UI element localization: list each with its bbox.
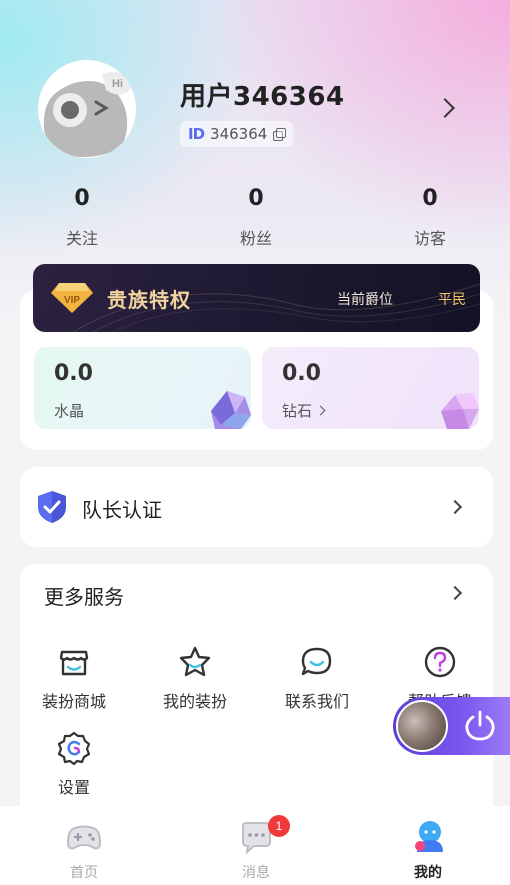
tab-messages-label: 消息 — [242, 865, 270, 881]
tab-profile-label: 我的 — [414, 865, 442, 881]
tab-home[interactable]: 首页 — [34, 818, 134, 882]
diamond-label: 钻石 — [282, 402, 313, 420]
profile-icon — [415, 821, 443, 852]
chat-icon — [301, 647, 332, 676]
stat-visitors-value: 0 — [422, 186, 438, 211]
avatar[interactable]: Hi — [38, 60, 136, 158]
service-contact-us-label: 联系我们 — [284, 692, 349, 711]
settings-icon — [57, 731, 91, 766]
tab-profile[interactable]: 我的 — [378, 818, 478, 882]
vip-diamond-icon: VIP — [51, 283, 93, 313]
shield-check-icon — [38, 491, 66, 523]
crystal-value: 0.0 — [54, 361, 93, 386]
crystal-gem-icon — [211, 391, 251, 429]
store-icon — [59, 650, 89, 676]
vip-rank-label: 当前爵位 — [337, 292, 393, 308]
vip-banner[interactable]: VIP 贵族特权 当前爵位 平民 — [33, 264, 480, 332]
bottom-tab-bar: 首页 1 消息 我的 — [0, 806, 510, 885]
vip-rank-value: 平民 — [438, 292, 466, 308]
service-my-outfits-label: 我的装扮 — [162, 692, 227, 711]
more-services-card: 更多服务 装扮商城 我的装扮 联系我们 帮助反馈 — [20, 564, 493, 824]
stats-row: 0 关注 0 粉丝 0 访客 — [0, 184, 510, 254]
vip-title: 贵族特权 — [107, 288, 191, 312]
svg-text:Hi: Hi — [112, 78, 123, 90]
diamond-gem-icon — [441, 393, 479, 429]
captain-certification-card[interactable]: 队长认证 — [20, 467, 493, 547]
service-settings-label: 设置 — [57, 778, 90, 797]
diamond-chevron-right-icon — [315, 405, 326, 416]
stat-visitors-label: 访客 — [413, 229, 446, 248]
copy-icon[interactable] — [273, 128, 287, 141]
profile-chevron-right-icon[interactable] — [435, 98, 455, 118]
stat-following[interactable]: 0 关注 — [32, 184, 132, 249]
captain-chevron-right-icon — [447, 499, 463, 515]
stat-fans-value: 0 — [248, 186, 264, 211]
vip-wave-decoration — [72, 283, 480, 332]
stat-visitors[interactable]: 0 访客 — [380, 184, 480, 249]
star-icon — [179, 646, 211, 677]
help-icon — [424, 646, 456, 678]
user-id-chip[interactable]: ID 346364 — [180, 121, 294, 147]
username: 用户346364 — [180, 82, 345, 112]
diamond-balance[interactable]: 0.0 钻石 — [262, 347, 479, 429]
service-store[interactable]: 装扮商城 — [19, 644, 129, 712]
id-badge-icon: ID — [188, 125, 205, 143]
power-icon[interactable] — [463, 709, 497, 743]
service-my-outfits[interactable]: 我的装扮 — [140, 644, 250, 712]
stat-following-label: 关注 — [65, 229, 98, 248]
service-contact-us[interactable]: 联系我们 — [262, 644, 372, 712]
floating-room-button[interactable] — [393, 697, 510, 755]
avatar-placeholder-icon: Hi — [38, 60, 136, 158]
services-chevron-right-icon[interactable] — [447, 585, 463, 601]
service-settings[interactable]: 设置 — [19, 730, 129, 798]
stat-following-value: 0 — [74, 186, 90, 211]
svg-text:VIP: VIP — [64, 295, 80, 306]
captain-certification-label: 队长认证 — [82, 498, 162, 522]
gamepad-icon — [66, 825, 102, 850]
room-avatar[interactable] — [396, 700, 448, 752]
tab-messages[interactable]: 1 消息 — [206, 815, 306, 882]
more-services-title: 更多服务 — [44, 585, 124, 609]
stat-fans-label: 粉丝 — [239, 229, 272, 248]
unread-badge: 1 — [268, 815, 290, 837]
diamond-value: 0.0 — [282, 361, 321, 386]
crystal-balance[interactable]: 0.0 水晶 — [34, 347, 251, 429]
service-store-label: 装扮商城 — [41, 692, 106, 711]
tab-home-label: 首页 — [70, 865, 98, 881]
user-id-value: 346364 — [210, 125, 268, 143]
profile-header: Hi 用户346364 ID 346364 0 关注 0 粉丝 0 访客 — [0, 0, 510, 260]
stat-fans[interactable]: 0 粉丝 — [206, 184, 306, 249]
crystal-label: 水晶 — [54, 402, 85, 420]
